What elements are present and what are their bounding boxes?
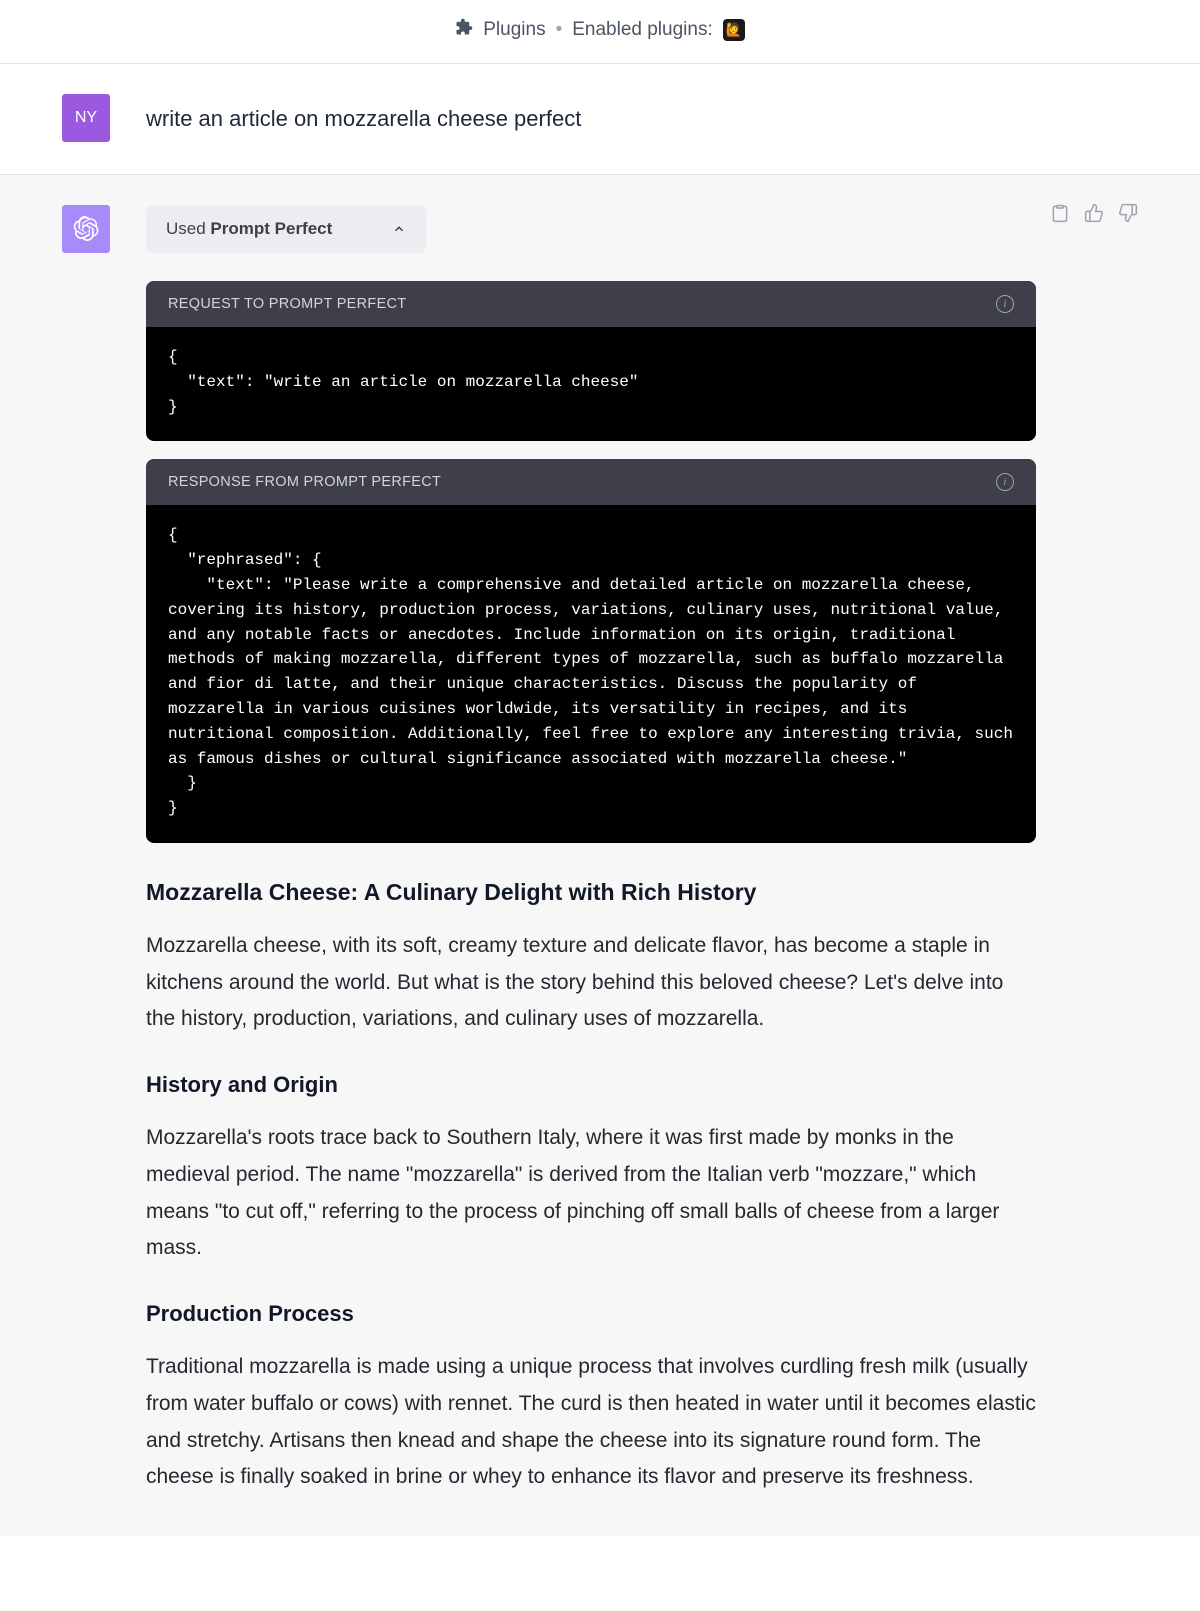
chevron-up-icon [392,222,406,236]
user-message-row: NY write an article on mozzarella cheese… [0,64,1200,175]
feedback-icon-group [1050,203,1138,223]
assistant-avatar [62,205,110,253]
thumbs-down-icon[interactable] [1118,203,1138,223]
openai-logo-icon [73,216,99,242]
plugin-chip-label: Used Prompt Perfect [166,219,332,239]
user-avatar: NY [62,94,110,142]
article-heading-production: Production Process [146,1301,1036,1327]
info-icon[interactable]: i [996,295,1014,313]
article-paragraph-history: Mozzarella's roots trace back to Souther… [146,1120,1036,1267]
plugins-label: Plugins [483,19,545,41]
request-code-block: REQUEST TO PROMPT PERFECT i { "text": "w… [146,281,1036,441]
plugin-chip-name: Prompt Perfect [210,219,332,238]
article-intro: Mozzarella cheese, with its soft, creamy… [146,928,1036,1038]
request-code-body: { "text": "write an article on mozzarell… [146,327,1036,441]
article-heading-history: History and Origin [146,1072,1036,1098]
enabled-plugins-label: Enabled plugins: [572,19,713,41]
article-title: Mozzarella Cheese: A Culinary Delight wi… [146,879,1036,906]
plugin-used-chip[interactable]: Used Prompt Perfect [146,205,426,253]
response-code-block: RESPONSE FROM PROMPT PERFECT i { "rephra… [146,459,1036,843]
plugin-chip-prefix: Used [166,219,210,238]
response-code-body: { "rephrased": { "text": "Please write a… [146,505,1036,843]
puzzle-icon [455,18,473,41]
plugins-topbar: Plugins • Enabled plugins: 🙋 [0,0,1200,64]
request-code-header: REQUEST TO PROMPT PERFECT i [146,281,1036,327]
assistant-message-row: Used Prompt Perfect REQUEST TO PROMPT PE… [0,175,1200,1536]
article-content: Mozzarella Cheese: A Culinary Delight wi… [146,879,1036,1496]
dot-separator: • [556,19,563,41]
response-code-header: RESPONSE FROM PROMPT PERFECT i [146,459,1036,505]
request-header-text: REQUEST TO PROMPT PERFECT [168,296,406,312]
article-paragraph-production: Traditional mozzarella is made using a u… [146,1349,1036,1496]
assistant-body: Used Prompt Perfect REQUEST TO PROMPT PE… [146,205,1036,1496]
thumbs-up-icon[interactable] [1084,203,1104,223]
enabled-plugin-badge[interactable]: 🙋 [723,19,745,41]
user-prompt-text: write an article on mozzarella cheese pe… [146,94,581,142]
response-header-text: RESPONSE FROM PROMPT PERFECT [168,474,441,490]
clipboard-icon[interactable] [1050,203,1070,223]
info-icon[interactable]: i [996,473,1014,491]
